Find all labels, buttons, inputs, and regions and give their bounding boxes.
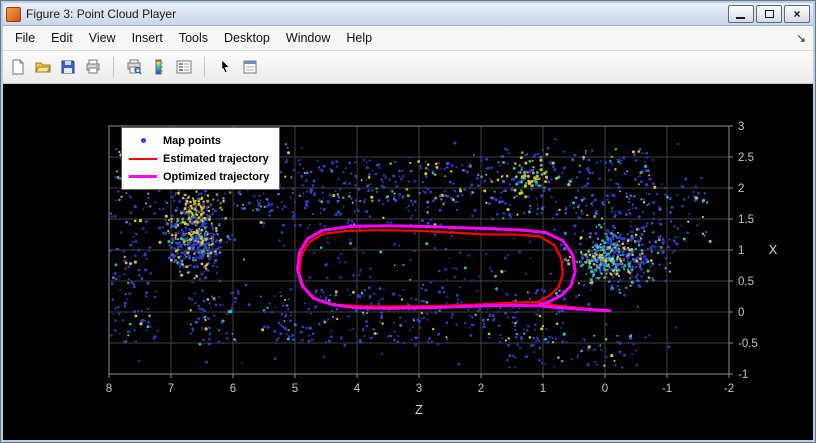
legend-entry: Optimized trajectory [128, 169, 269, 184]
menu-item-edit[interactable]: Edit [43, 26, 81, 50]
figure-toolbar [3, 51, 813, 84]
menu-item-insert[interactable]: Insert [124, 26, 171, 50]
svg-text:1.5: 1.5 [738, 214, 754, 226]
window-title: Figure 3: Point Cloud Player [26, 7, 177, 21]
minimize-button[interactable] [728, 5, 754, 23]
matlab-figure-icon [6, 6, 21, 22]
plot-legend[interactable]: Map points Estimated trajectory Optimized … [121, 127, 281, 190]
svg-text:Z: Z [415, 402, 423, 417]
print-figure-icon[interactable] [82, 56, 104, 78]
insert-colorbar-icon[interactable] [148, 56, 170, 78]
svg-text:7: 7 [168, 383, 174, 395]
menu-item-view[interactable]: View [81, 26, 124, 50]
menu-item-help[interactable]: Help [338, 26, 380, 50]
close-button[interactable]: × [784, 5, 810, 23]
toolbar-separator [113, 57, 114, 77]
svg-text:3: 3 [416, 383, 422, 395]
legend-label: Optimized trajectory [163, 170, 270, 183]
svg-text:2: 2 [738, 183, 744, 195]
maximize-icon [764, 10, 774, 18]
menu-item-desktop[interactable]: Desktop [216, 26, 278, 50]
legend-entry: Map points [128, 133, 269, 148]
svg-text:X: X [769, 242, 778, 257]
svg-text:2: 2 [478, 383, 484, 395]
new-figure-icon[interactable] [7, 56, 29, 78]
figure-window: Figure 3: Point Cloud Player × File Edit V… [0, 0, 816, 443]
property-inspector-icon[interactable] [239, 56, 261, 78]
svg-text:3: 3 [738, 121, 744, 133]
svg-text:0: 0 [602, 383, 608, 395]
print-preview-icon[interactable] [123, 56, 145, 78]
menu-items: File Edit View Insert Tools Desktop Window Help [7, 26, 380, 50]
legend-line-marker [128, 157, 158, 160]
legend-entry: Estimated trajectory [128, 151, 269, 166]
svg-text:-0.5: -0.5 [738, 338, 758, 350]
svg-text:5: 5 [292, 383, 298, 395]
menubar: File Edit View Insert Tools Desktop Window Help… [3, 26, 813, 51]
plot-canvas: 8 7 6 5 4 3 2 1 0 -1 -2 3 2.5 2 1.5 1 0.5 0 -0.5 -1 Z X Map p… [3, 84, 813, 440]
window-controls: × [728, 5, 810, 23]
svg-text:0: 0 [738, 307, 744, 319]
svg-text:8: 8 [106, 383, 112, 395]
legend-line-marker [128, 175, 158, 178]
svg-text:2.5: 2.5 [738, 152, 754, 164]
save-figure-icon[interactable] [57, 56, 79, 78]
svg-text:1: 1 [738, 245, 744, 257]
svg-text:0.5: 0.5 [738, 276, 754, 288]
legend-point-marker [128, 138, 158, 143]
legend-label: Map points [163, 134, 222, 147]
open-file-icon[interactable] [32, 56, 54, 78]
svg-text:-1: -1 [662, 383, 672, 395]
svg-text:-2: -2 [724, 383, 734, 395]
titlebar[interactable]: Figure 3: Point Cloud Player × [3, 3, 813, 26]
edit-plot-icon[interactable] [214, 56, 236, 78]
legend-label: Estimated trajectory [163, 152, 269, 165]
svg-text:4: 4 [354, 383, 361, 395]
close-icon: × [793, 7, 801, 21]
insert-legend-icon[interactable] [173, 56, 195, 78]
toolbar-separator [204, 57, 205, 77]
minimize-icon [736, 17, 745, 19]
menu-item-window[interactable]: Window [278, 26, 338, 50]
svg-text:-1: -1 [738, 369, 748, 381]
svg-text:1: 1 [540, 383, 546, 395]
svg-text:6: 6 [230, 383, 236, 395]
menu-item-tools[interactable]: Tools [171, 26, 216, 50]
maximize-button[interactable] [756, 5, 782, 23]
menu-item-file[interactable]: File [7, 26, 43, 50]
dock-figure-icon[interactable]: ↘ [796, 31, 813, 45]
